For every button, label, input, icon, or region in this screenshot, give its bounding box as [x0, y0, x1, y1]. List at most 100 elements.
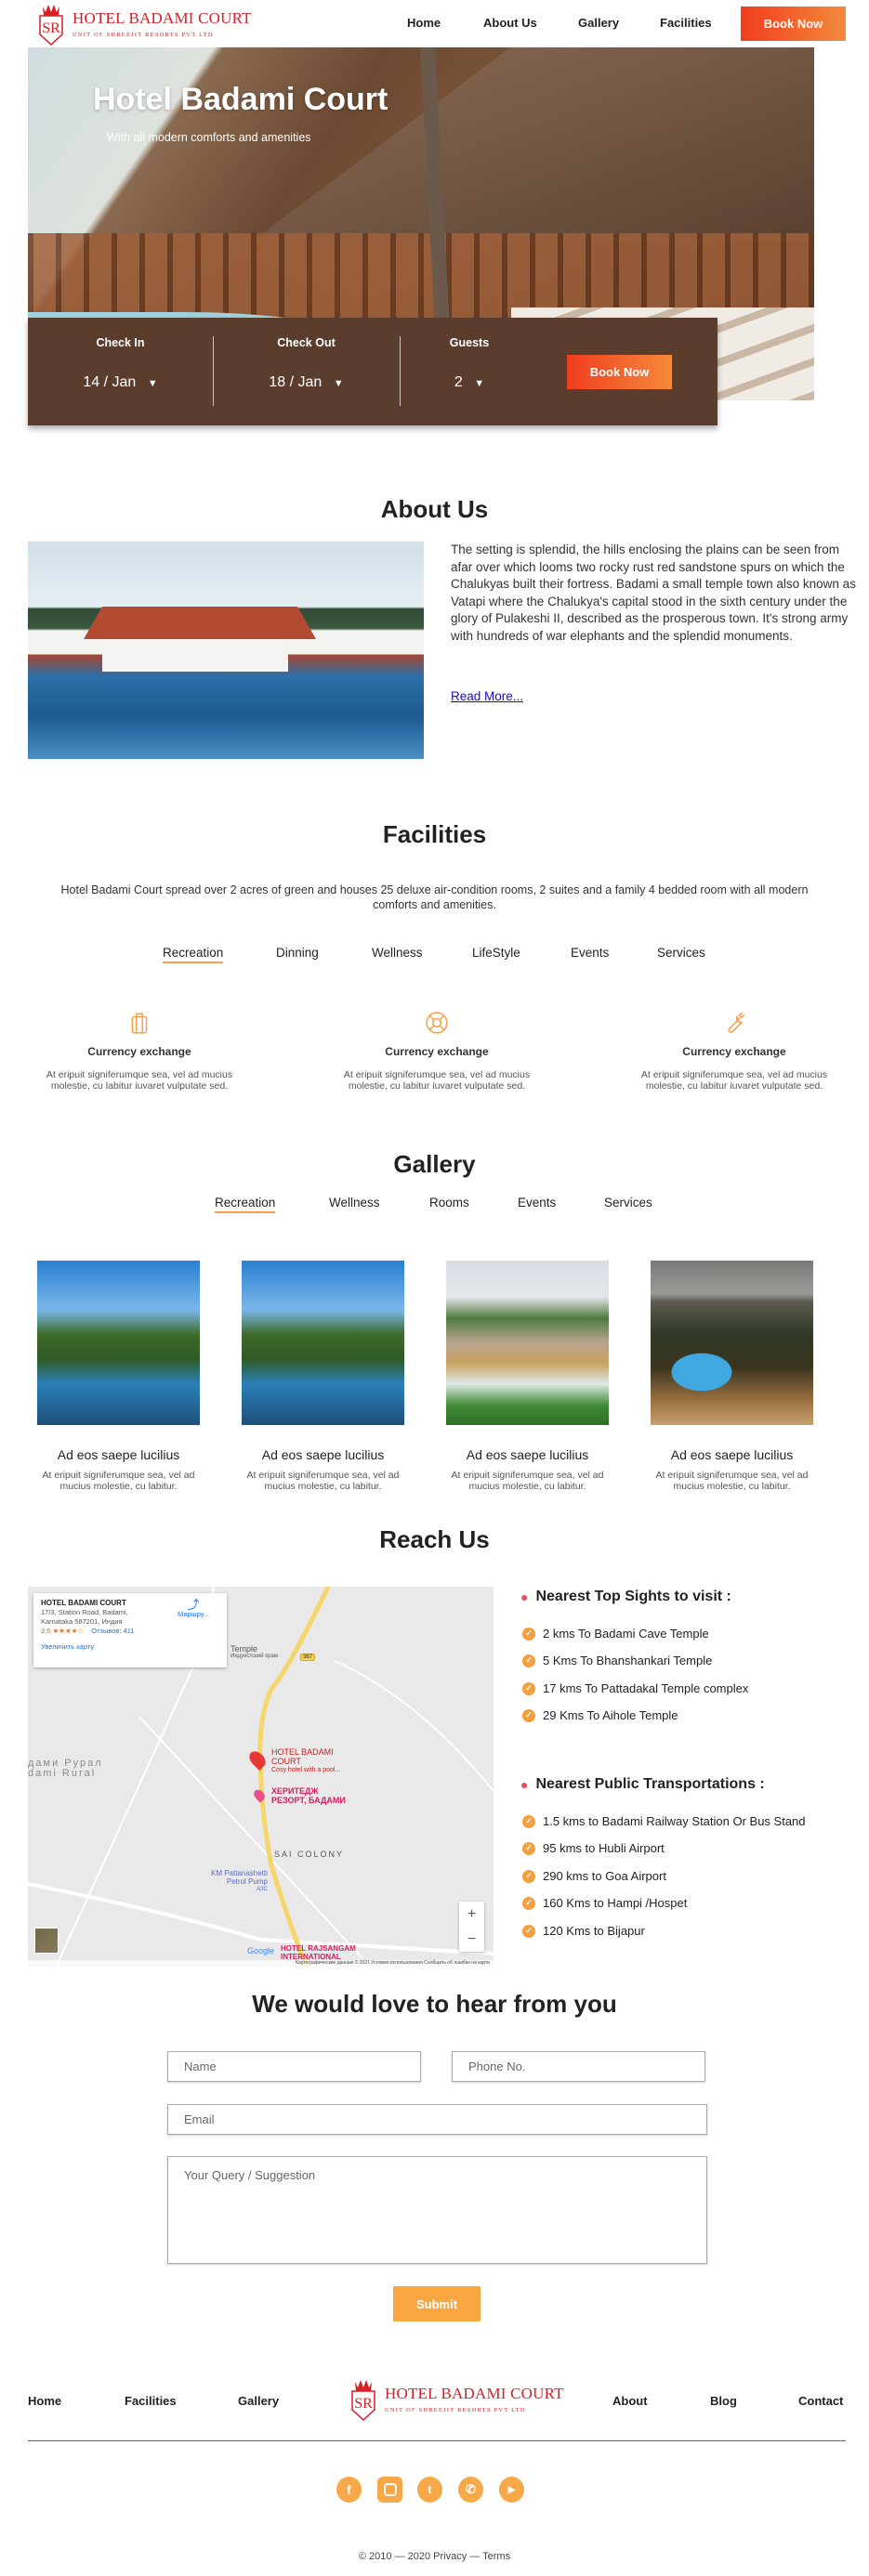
transport-item-text: 160 Kms to Hampi /Hospet	[543, 1896, 688, 1910]
map-pin-label: HOTEL BADAMI COURT Cosy hotel with a pool.…	[271, 1747, 341, 1773]
facility-title: Currency exchange	[87, 1045, 191, 1058]
transport-item: ✓ 290 kms to Goa Airport	[522, 1869, 666, 1883]
footer-nav-contact[interactable]: Contact	[798, 2394, 843, 2408]
instagram-icon[interactable]	[377, 2477, 402, 2503]
check-out-field[interactable]: Check Out 18 / Jan ▼	[213, 318, 400, 425]
gallery-card-title: Ad eos saepe lucilius	[57, 1447, 180, 1462]
gallery-card[interactable]: Ad eos saepe lucilius At eripuit signife…	[37, 1261, 200, 1492]
gallery-card[interactable]: Ad eos saepe lucilius At eripuit signife…	[651, 1261, 813, 1492]
header-logo[interactable]: SR HOTEL BADAMI COURT UNIT OF SHREEJIT R…	[37, 1, 252, 46]
nav-facilities[interactable]: Facilities	[660, 16, 712, 30]
check-badge-icon: ✓	[522, 1681, 535, 1695]
facilities-tab-lifestyle[interactable]: LifeStyle	[472, 946, 520, 960]
guests-field[interactable]: Guests 2 ▼	[418, 318, 520, 425]
query-textarea[interactable]	[167, 2156, 707, 2264]
facility-text: At eripuit signiferumque sea, vel ad muc…	[640, 1069, 828, 1092]
dropdown-arrow-icon: ▼	[474, 378, 485, 389]
hero-subtitle: With all modern comforts and amenities	[107, 131, 311, 144]
reach-us-title: Reach Us	[379, 1525, 490, 1553]
footer-nav-about[interactable]: About	[612, 2394, 648, 2408]
gallery-card[interactable]: Ad eos saepe lucilius At eripuit signife…	[242, 1261, 404, 1492]
facility-card: Currency exchange At eripuit signiferumq…	[33, 1011, 246, 1092]
map-label-petrol: KM Pattanashetti Petrol Pump АЗС	[211, 1869, 268, 1892]
email-input[interactable]	[167, 2104, 707, 2135]
check-in-label: Check In	[96, 336, 145, 349]
name-input[interactable]	[167, 2051, 421, 2082]
gallery-title: Gallery	[393, 1150, 476, 1178]
footer-nav-home[interactable]: Home	[28, 2394, 61, 2408]
about-text: The setting is splendid, the hills enclo…	[451, 543, 856, 643]
footer-nav-facilities[interactable]: Facilities	[125, 2394, 177, 2408]
footer-nav-gallery[interactable]: Gallery	[238, 2394, 279, 2408]
dropdown-arrow-icon: ▼	[333, 378, 344, 389]
footer-nav-blog[interactable]: Blog	[710, 2394, 737, 2408]
about-image	[28, 542, 424, 759]
gallery-card-title: Ad eos saepe lucilius	[670, 1447, 794, 1462]
guests-value: 2	[454, 374, 463, 390]
facility-card: Currency exchange At eripuit signiferumq…	[627, 1011, 841, 1092]
copyright: © 2010 — 2020 Privacy — Terms	[358, 2551, 511, 2562]
transport-item: ✓ 1.5 kms to Badami Railway Station Or Bu…	[522, 1814, 806, 1828]
facility-title: Currency exchange	[385, 1045, 489, 1058]
nav-home[interactable]: Home	[407, 16, 441, 30]
map-label-temple: Temple Индуистский храм	[230, 1644, 278, 1659]
gallery-tab-recreation[interactable]: Recreation	[215, 1196, 276, 1213]
facilities-tab-wellness[interactable]: Wellness	[372, 946, 423, 960]
nav-about-us[interactable]: About Us	[483, 16, 537, 30]
sights-item: ✓ 17 kms To Pattadakal Temple complex	[522, 1681, 748, 1695]
logo-title: HOTEL BADAMI COURT	[72, 8, 252, 27]
footer-divider	[28, 2440, 846, 2441]
facility-card: Currency exchange At eripuit signiferumq…	[330, 1011, 544, 1092]
gallery-card-title: Ad eos saepe lucilius	[466, 1447, 589, 1462]
sights-item: ✓ 5 Kms To Bhanshankari Temple	[522, 1654, 712, 1667]
hero-title: Hotel Badami Court	[93, 82, 388, 117]
sights-heading: ● Nearest Top Sights to visit :	[520, 1589, 731, 1605]
location-map[interactable]: HOTEL BADAMI COURT 17/3, Station Road, B…	[28, 1587, 494, 1968]
footer-logo[interactable]: SR HOTEL BADAMI COURT UNIT OF SHREEJIT R…	[349, 2376, 564, 2421]
nav-gallery[interactable]: Gallery	[578, 16, 619, 30]
gallery-tab-rooms[interactable]: Rooms	[429, 1196, 469, 1210]
enlarge-map-link[interactable]: Увеличить карту	[41, 1642, 219, 1652]
check-badge-icon: ✓	[522, 1654, 535, 1667]
facilities-tab-dinning[interactable]: Dinning	[276, 946, 319, 960]
facility-text: At eripuit signiferumque sea, vel ad muc…	[343, 1069, 531, 1092]
check-badge-icon: ✓	[522, 1814, 535, 1828]
directions-button[interactable]: ⤴ Маршру...	[178, 1599, 209, 1619]
map-label-area: дами Рурал dami Rural	[28, 1758, 103, 1779]
transport-item: ✓ 160 Kms to Hampi /Hospet	[522, 1896, 687, 1910]
submit-button[interactable]: Submit	[393, 2286, 481, 2321]
map-label-rajsangam: HOTEL RAJSANGAM INTERNATIONAL	[281, 1944, 356, 1961]
satellite-toggle[interactable]	[34, 1928, 59, 1954]
twitter-icon[interactable]: t	[417, 2477, 442, 2503]
booking-book-now-button[interactable]: Book Now	[567, 355, 672, 389]
facilities-tab-events[interactable]: Events	[571, 946, 609, 960]
facilities-tab-services[interactable]: Services	[657, 946, 705, 960]
header-book-now-button[interactable]: Book Now	[741, 7, 846, 41]
whatsapp-icon[interactable]: ✆	[458, 2477, 483, 2503]
check-badge-icon: ✓	[522, 1627, 535, 1641]
facility-title: Currency exchange	[682, 1045, 786, 1058]
check-badge-icon: ✓	[522, 1869, 535, 1883]
facility-text: At eripuit signiferumque sea, vel ad muc…	[46, 1069, 233, 1092]
gallery-card-title: Ad eos saepe lucilius	[261, 1447, 385, 1462]
gallery-tab-events[interactable]: Events	[518, 1196, 556, 1210]
facilities-title: Facilities	[382, 820, 487, 848]
read-more-link[interactable]: Read More...	[451, 689, 523, 703]
gallery-card-text: At eripuit signiferumque sea, vel ad muc…	[42, 1470, 195, 1492]
check-out-value: 18 / Jan	[269, 374, 323, 390]
check-in-field[interactable]: Check In 14 / Jan ▼	[28, 318, 213, 425]
gallery-tab-services[interactable]: Services	[604, 1196, 652, 1210]
youtube-icon[interactable]: ▶	[499, 2477, 524, 2503]
zoom-out-button[interactable]: −	[459, 1927, 484, 1952]
phone-input[interactable]	[452, 2051, 705, 2082]
facilities-tab-recreation[interactable]: Recreation	[163, 946, 224, 963]
gallery-tab-wellness[interactable]: Wellness	[329, 1196, 380, 1210]
logo-subtitle: UNIT OF SHREEJIT RESORTS PVT LTD	[72, 31, 214, 38]
booking-bar: Check In 14 / Jan ▼ Check Out 18 / Jan ▼…	[28, 318, 718, 425]
zoom-in-button[interactable]: +	[459, 1902, 484, 1927]
facebook-icon[interactable]: f	[336, 2477, 362, 2503]
gallery-card-text: At eripuit signiferumque sea, vel ad muc…	[246, 1470, 400, 1492]
map-reviews-link[interactable]: Отзывов: 411	[91, 1627, 134, 1635]
gallery-image	[651, 1261, 813, 1425]
gallery-card[interactable]: Ad eos saepe lucilius At eripuit signife…	[446, 1261, 609, 1492]
